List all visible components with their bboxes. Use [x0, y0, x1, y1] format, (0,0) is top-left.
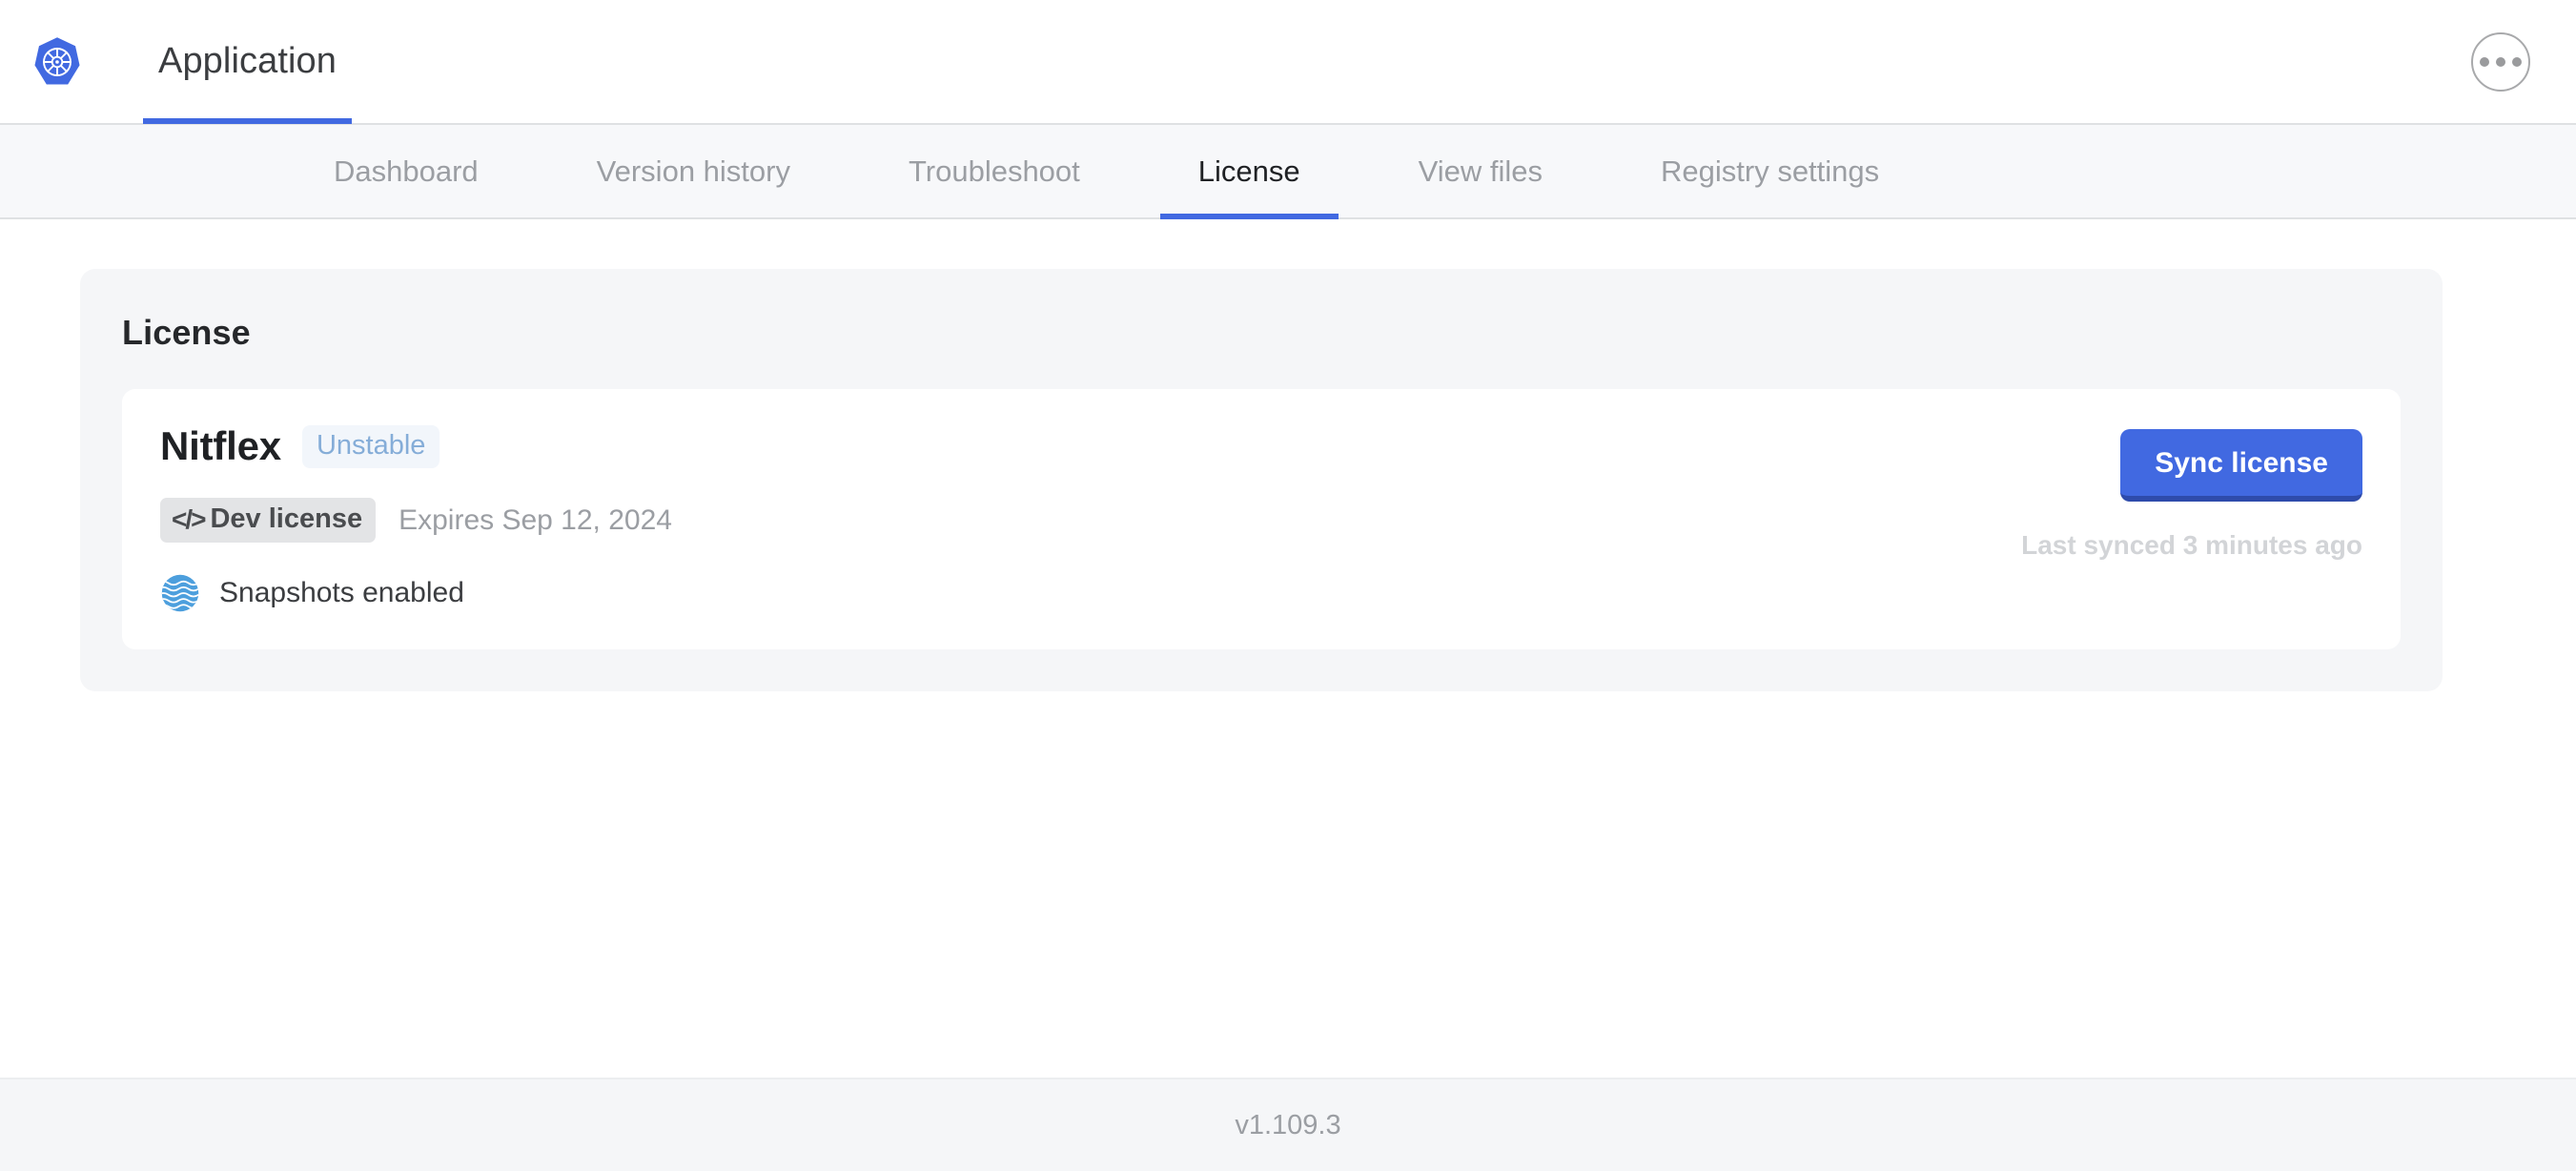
tab-troubleshoot[interactable]: Troubleshoot — [870, 125, 1118, 217]
tab-label: Troubleshoot — [908, 154, 1080, 188]
license-expiry: Expires Sep 12, 2024 — [399, 503, 672, 536]
tab-label: License — [1197, 154, 1300, 188]
kebab-dot — [2496, 56, 2505, 67]
main-content: License Nitflex Unstable </> Dev license… — [0, 219, 2576, 1078]
tab-label: Registry settings — [1661, 154, 1880, 188]
kebab-dot — [2512, 56, 2522, 67]
license-type-badge: </> Dev license — [160, 498, 377, 543]
app-version-label: v1.109.3 — [1235, 1109, 1341, 1140]
tab-dashboard[interactable]: Dashboard — [296, 125, 517, 217]
license-feature-row: Snapshots enabled — [160, 573, 2021, 613]
app-tab-label: Application — [158, 41, 337, 81]
code-brackets-icon: </> — [172, 503, 207, 534]
tab-view-files[interactable]: View files — [1380, 125, 1581, 217]
tab-label: Version history — [596, 154, 790, 188]
license-panel: License Nitflex Unstable </> Dev license… — [80, 269, 2443, 691]
page-title: License — [122, 313, 251, 352]
license-meta-row: </> Dev license Expires Sep 12, 2024 — [160, 498, 2021, 543]
tab-version-history[interactable]: Version history — [559, 125, 828, 217]
kebab-menu-icon[interactable] — [2471, 31, 2530, 92]
tab-label: Dashboard — [334, 154, 479, 188]
snapshots-status-label: Snapshots enabled — [219, 577, 464, 608]
top-header: Application — [0, 0, 2576, 125]
license-name-row: Nitflex Unstable — [160, 423, 2021, 469]
sub-navigation: Dashboard Version history Troubleshoot L… — [0, 125, 2576, 219]
footer: v1.109.3 — [0, 1078, 2576, 1171]
last-synced-text: Last synced 3 minutes ago — [2021, 530, 2362, 560]
active-tab-indicator — [143, 118, 352, 124]
license-type-label: Dev license — [210, 503, 363, 534]
license-actions: Sync license Last synced 3 minutes ago — [2021, 423, 2362, 561]
channel-badge: Unstable — [301, 424, 440, 468]
license-details: Nitflex Unstable </> Dev license Expires… — [160, 423, 2021, 613]
license-app-name: Nitflex — [160, 423, 281, 468]
tab-application[interactable]: Application — [143, 0, 352, 124]
tab-label: View files — [1418, 154, 1544, 188]
license-card: Nitflex Unstable </> Dev license Expires… — [122, 389, 2401, 649]
snapshots-waves-icon — [161, 574, 199, 612]
sync-license-button[interactable]: Sync license — [2120, 429, 2362, 502]
active-subtab-indicator — [1159, 214, 1339, 219]
kubernetes-logo-icon — [34, 36, 80, 85]
kebab-dot — [2480, 56, 2489, 67]
app-window: Application Dashboard Version history Tr… — [0, 0, 2576, 1171]
tab-license[interactable]: License — [1159, 125, 1339, 219]
tab-registry-settings[interactable]: Registry settings — [1623, 125, 1917, 217]
